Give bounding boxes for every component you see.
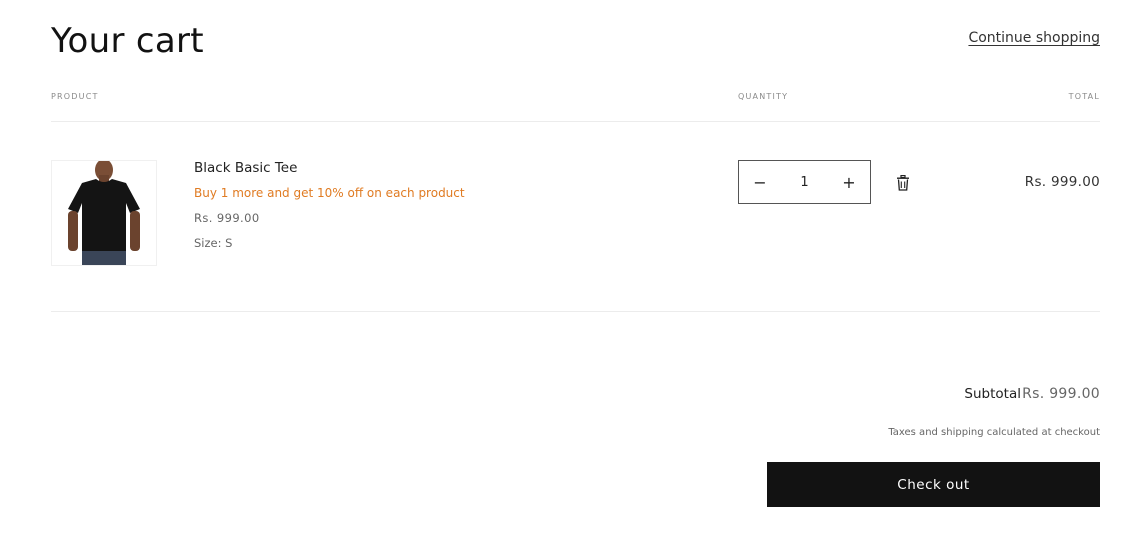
subtotal-value: Rs. 999.00 [1022, 386, 1100, 402]
header-divider [51, 121, 1100, 122]
subtotal-label: Subtotal [964, 386, 1021, 402]
quantity-input[interactable] [782, 173, 827, 191]
product-price: Rs. 999.00 [194, 211, 260, 225]
column-header-product: PRODUCT [51, 92, 99, 101]
tshirt-image [52, 161, 156, 265]
product-image[interactable] [51, 160, 157, 266]
product-name[interactable]: Black Basic Tee [194, 160, 297, 176]
product-variant: Size: S [194, 236, 233, 250]
items-divider [51, 311, 1100, 312]
tax-note: Taxes and shipping calculated at checkou… [888, 427, 1100, 438]
column-header-quantity: QUANTITY [738, 92, 789, 101]
quantity-stepper: − + [738, 160, 871, 204]
trash-icon[interactable] [896, 175, 910, 191]
column-header-total: TOTAL [1068, 92, 1100, 101]
decrease-quantity-button[interactable]: − [753, 173, 767, 192]
checkout-button[interactable]: Check out [767, 462, 1100, 507]
promo-message: Buy 1 more and get 10% off on each produ… [194, 186, 465, 200]
increase-quantity-button[interactable]: + [842, 173, 856, 192]
line-total: Rs. 999.00 [1024, 174, 1100, 190]
continue-shopping-link[interactable]: Continue shopping [968, 30, 1100, 46]
page-title: Your cart [51, 21, 204, 61]
